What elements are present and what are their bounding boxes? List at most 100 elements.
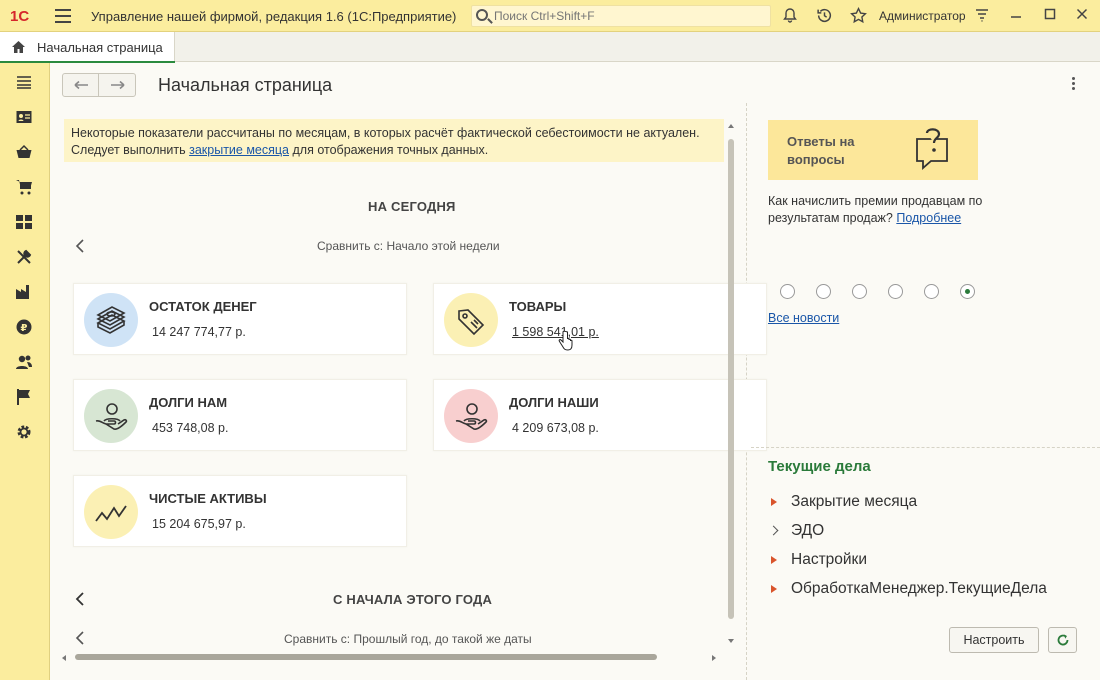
trend-line-icon — [84, 485, 138, 539]
tab-bar: Начальная страница — [0, 32, 1100, 63]
card-title: ЧИСТЫЕ АКТИВЫ — [149, 491, 267, 506]
hand-cursor-icon — [558, 330, 573, 351]
card-goods[interactable]: ТОВАРЫ 1 598 541,01 р. — [433, 283, 767, 355]
factory-icon — [16, 285, 29, 299]
arrow-left-icon — [74, 80, 88, 90]
chevron-left-icon[interactable] — [73, 238, 87, 254]
flag-icon — [17, 389, 30, 405]
task-item[interactable]: ЭДО — [768, 522, 824, 540]
sidebar-item-crm[interactable] — [15, 108, 35, 128]
settings-menu-icon[interactable] — [973, 7, 991, 25]
search-box[interactable] — [471, 5, 771, 27]
card-value: 453 748,08 р. — [152, 421, 229, 435]
tab-home[interactable]: Начальная страница — [0, 32, 175, 63]
card-title: ДОЛГИ НАМ — [149, 395, 228, 410]
sidebar-item-salary[interactable] — [15, 353, 35, 373]
hand-person-icon — [444, 389, 498, 443]
carousel-dot[interactable] — [888, 284, 903, 299]
chevron-left-icon[interactable] — [73, 591, 87, 607]
section-title-today: НА СЕГОДНЯ — [368, 199, 456, 214]
title-bar: 1С Управление нашей фирмой, редакция 1.6… — [0, 0, 1100, 32]
scrollbar-thumb[interactable] — [75, 654, 657, 660]
panel-divider-horizontal — [751, 447, 1100, 448]
vertical-scrollbar[interactable] — [727, 119, 735, 649]
minimize-icon[interactable] — [1007, 7, 1025, 25]
faq-text: Как начислить премии продавцам по резуль… — [768, 194, 983, 225]
compare-period-year[interactable]: Сравнить с: Прошлый год, до такой же дат… — [284, 632, 532, 646]
navigation-buttons — [62, 73, 136, 97]
card-net-assets[interactable]: ЧИСТЫЕ АКТИВЫ 15 204 675,97 р. — [73, 475, 407, 547]
people-icon — [16, 355, 32, 369]
task-item[interactable]: ОбработкаМенеджер.ТекущиеДела — [771, 580, 1047, 598]
sidebar-item-purchases[interactable] — [15, 178, 35, 198]
card-value-link[interactable]: 1 598 541,01 р. — [512, 325, 599, 339]
triangle-right-icon — [771, 497, 777, 506]
scrollbar-thumb[interactable] — [728, 139, 734, 619]
task-item[interactable]: Закрытие месяца — [771, 493, 917, 511]
horizontal-scrollbar[interactable] — [62, 653, 725, 661]
sidebar-item-sales[interactable] — [15, 143, 35, 163]
card-receivables[interactable]: ДОЛГИ НАМ 453 748,08 р. — [73, 379, 407, 451]
carousel-dot[interactable] — [780, 284, 795, 299]
configure-button[interactable]: Настроить — [949, 627, 1039, 653]
search-input[interactable] — [494, 8, 764, 24]
sidebar-item-money[interactable]: ₽ — [15, 318, 35, 338]
sidebar-item-production[interactable] — [15, 283, 35, 303]
scroll-up-icon — [728, 124, 734, 128]
sidebar-item-menu[interactable] — [15, 73, 35, 93]
triangle-right-icon — [771, 555, 777, 564]
more-details-link[interactable]: Подробнее — [896, 211, 961, 225]
sidebar-item-settings[interactable] — [15, 423, 35, 443]
star-icon[interactable] — [849, 6, 867, 25]
app-logo[interactable]: 1С — [10, 8, 29, 25]
forward-button[interactable] — [100, 74, 136, 96]
hand-person-icon — [84, 389, 138, 443]
task-item[interactable]: Настройки — [771, 551, 867, 569]
carousel-dot[interactable] — [924, 284, 939, 299]
scroll-left-icon — [62, 655, 66, 661]
history-icon[interactable] — [815, 7, 833, 25]
card-value: 14 247 774,77 р. — [152, 325, 246, 339]
tools-icon — [17, 249, 32, 264]
card-value: 15 204 675,97 р. — [152, 517, 246, 531]
close-icon[interactable] — [1073, 7, 1091, 25]
close-month-link[interactable]: закрытие месяца — [189, 143, 289, 157]
sidebar-item-company[interactable] — [15, 388, 35, 408]
sidebar-item-warehouse[interactable] — [15, 213, 35, 233]
faq-banner[interactable]: Ответы на вопросы — [768, 120, 978, 180]
all-news-link[interactable]: Все новости — [768, 311, 839, 325]
sidebar-item-services[interactable] — [15, 248, 35, 268]
tab-label: Начальная страница — [37, 40, 163, 55]
price-tag-icon — [444, 293, 498, 347]
card-cash-balance[interactable]: ОСТАТОК ДЕНЕГ 14 247 774,77 р. — [73, 283, 407, 355]
chevron-left-icon[interactable] — [73, 630, 87, 646]
question-bubble-icon — [916, 128, 948, 170]
compare-period-today[interactable]: Сравнить с: Начало этой недели — [317, 239, 500, 253]
refresh-icon — [1057, 634, 1068, 646]
card-value: 4 209 673,08 р. — [512, 421, 599, 435]
carousel-dot-active[interactable] — [960, 284, 975, 299]
back-button[interactable] — [63, 74, 99, 96]
current-tasks-title: Текущие дела — [768, 458, 871, 475]
ruble-coin-icon: ₽ — [16, 319, 32, 335]
arrow-right-icon — [111, 80, 125, 90]
carousel-dot[interactable] — [816, 284, 831, 299]
more-actions-icon[interactable] — [1069, 77, 1077, 93]
notice-line-1: Некоторые показатели рассчитаны по месяц… — [71, 126, 700, 140]
money-stack-icon — [84, 293, 138, 347]
carousel-dot[interactable] — [852, 284, 867, 299]
refresh-button[interactable] — [1048, 627, 1077, 653]
notice-line-2: Следует выполнить закрытие месяца для от… — [71, 143, 489, 157]
main-area: Начальная страница Некоторые показатели … — [51, 63, 1100, 680]
user-name[interactable]: Администратор — [879, 9, 966, 23]
app-title: Управление нашей фирмой, редакция 1.6 (1… — [91, 9, 457, 24]
main-menu-icon[interactable] — [55, 9, 71, 23]
section-title-year: С НАЧАЛА ЭТОГО ГОДА — [333, 592, 493, 607]
maximize-icon[interactable] — [1041, 7, 1059, 25]
search-icon — [476, 9, 488, 21]
card-payables[interactable]: ДОЛГИ НАШИ 4 209 673,08 р. — [433, 379, 767, 451]
card-title: ОСТАТОК ДЕНЕГ — [149, 299, 257, 314]
basket-icon — [16, 144, 32, 158]
carousel-dots — [780, 284, 1000, 300]
bell-icon[interactable] — [781, 7, 799, 25]
